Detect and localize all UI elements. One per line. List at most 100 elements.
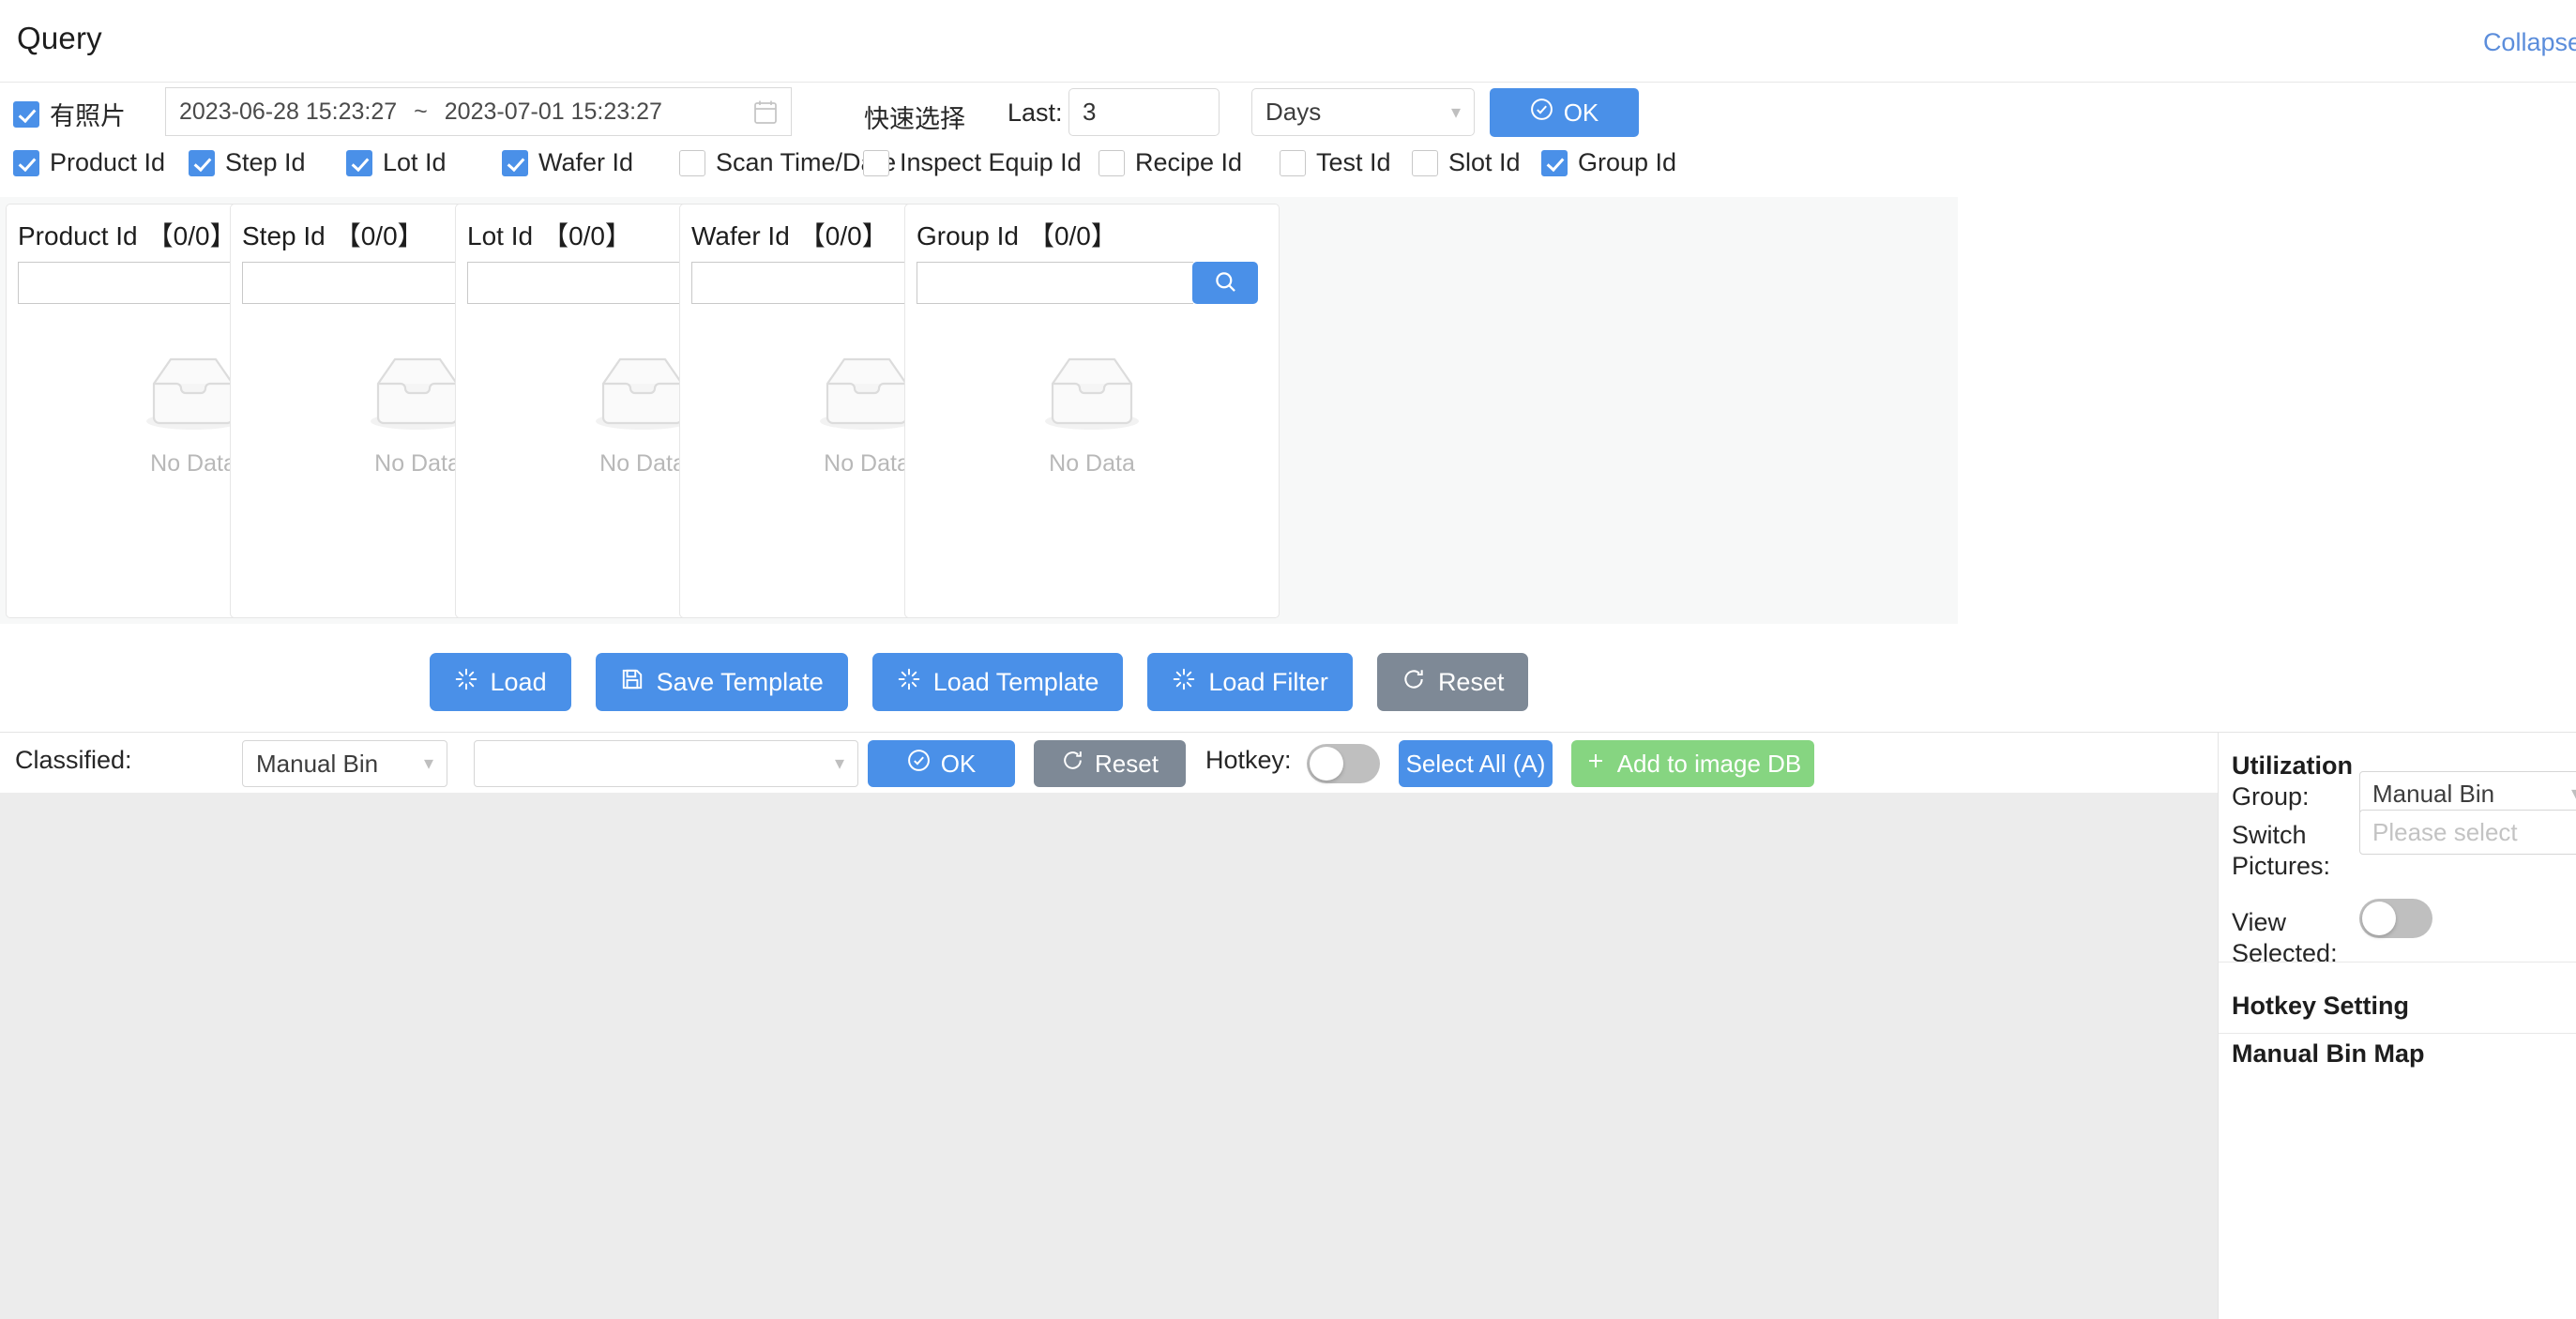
action-button-label: Load: [490, 667, 547, 696]
view-selected-toggle[interactable]: [2359, 899, 2432, 938]
add-to-image-db-label: Add to image DB: [1616, 749, 1802, 778]
checkbox-box[interactable]: [346, 149, 372, 176]
hotkey-setting-title[interactable]: Hotkey Setting: [2232, 992, 2409, 1021]
id-card-title: Lot Id 【0/0】: [467, 216, 631, 253]
collapse-link[interactable]: Collapse: [2483, 28, 2576, 57]
filter-checkbox-label: Slot Id: [1448, 148, 1521, 176]
empty-state-text: No Data: [1049, 450, 1135, 477]
load-template-button[interactable]: Load Template: [871, 653, 1124, 711]
switch-pictures-select[interactable]: Please select: [2359, 810, 2576, 855]
hotkey-label: Hotkey:: [1205, 746, 1292, 774]
classify-reset-label: Reset: [1095, 749, 1159, 778]
date-range-end: 2023-07-01 15:23:27: [444, 98, 662, 125]
filter-checkbox-product-id[interactable]: Product Id: [13, 148, 165, 177]
view-selected-toggle-knob: [2362, 902, 2396, 935]
has-photo-checkbox-box[interactable]: [13, 100, 39, 128]
hotkey-toggle[interactable]: [1307, 744, 1380, 783]
page-title: Query: [17, 21, 102, 55]
date-range-start: 2023-06-28 15:23:27: [179, 98, 398, 125]
filter-checkbox-step-id[interactable]: Step Id: [189, 148, 306, 177]
checkbox-box[interactable]: [1412, 149, 1438, 176]
filter-checkbox-group-id[interactable]: Group Id: [1541, 148, 1676, 177]
panel-divider: [2219, 1033, 2576, 1034]
classify-ok-label: OK: [940, 749, 977, 778]
spinner-icon: [454, 667, 478, 698]
id-card-count: 【0/0】: [542, 221, 631, 250]
filter-checkbox-row: Product Id Step Id Lot Id Wafer Id Scan Time…: [0, 141, 2576, 188]
image-workspace: [0, 793, 2218, 1319]
classify-value-select[interactable]: ▾: [474, 740, 858, 787]
classified-label: Classified:: [15, 746, 132, 774]
view-selected-label-line2: Selected:: [2232, 939, 2338, 967]
filter-checkbox-lot-id[interactable]: Lot Id: [346, 148, 447, 177]
checkbox-box[interactable]: [1541, 149, 1568, 176]
action-button-label: Load Template: [932, 667, 1099, 696]
utilization-title: Utilization: [2232, 751, 2353, 780]
save-icon: [620, 667, 644, 698]
search-icon: [1213, 269, 1238, 297]
switch-pictures-placeholder: Please select: [2372, 817, 2518, 846]
select-all-button[interactable]: Select All (A): [1399, 740, 1553, 787]
filter-checkbox-label: Recipe Id: [1135, 148, 1243, 176]
load-button[interactable]: Load: [429, 653, 571, 711]
filter-checkbox-label: Inspect Equip Id: [900, 148, 1082, 176]
add-to-image-db-button[interactable]: Add to image DB: [1571, 740, 1814, 787]
id-card-group-id: Group Id 【0/0】 No Data: [904, 204, 1280, 618]
id-card-count: 【0/0】: [146, 221, 236, 250]
titlebar: Query Collapse: [0, 0, 2576, 83]
filter-checkbox-wafer-id[interactable]: Wafer Id: [502, 148, 633, 177]
plus-icon: [1584, 750, 1607, 779]
date-range-picker[interactable]: 2023-06-28 15:23:27 ~ 2023-07-01 15:23:2…: [165, 87, 792, 136]
filter-checkbox-label: Wafer Id: [538, 148, 634, 176]
has-photo-checkbox[interactable]: 有照片: [13, 96, 126, 132]
action-button-bar: Load Save Template Load Template Load Filte…: [0, 649, 1958, 715]
time-unit-select[interactable]: Days ▾: [1251, 88, 1475, 136]
classify-ok-button[interactable]: OK: [868, 740, 1015, 787]
reset-button[interactable]: Reset: [1376, 653, 1529, 711]
checkbox-box[interactable]: [1099, 149, 1125, 176]
query-page: Query Collapse 有照片 2023-06-28 15:23:27 ~…: [0, 0, 2576, 1319]
classify-toolbar: Classified: Manual Bin ▾ ▾ OK Reset Hotk…: [0, 733, 2218, 791]
id-card-search: [917, 262, 1258, 304]
chevron-down-icon: ▾: [834, 753, 844, 774]
id-card-title-text: Product Id: [18, 221, 138, 250]
id-card-title: Product Id 【0/0】: [18, 216, 236, 253]
id-card-title-text: Lot Id: [467, 221, 534, 250]
search-button-group-id[interactable]: [1192, 262, 1258, 304]
classify-reset-button[interactable]: Reset: [1034, 740, 1186, 787]
check-circle-icon: [1530, 98, 1553, 128]
save-template-button[interactable]: Save Template: [595, 653, 848, 711]
last-value-input[interactable]: [1068, 88, 1220, 136]
action-button-label: Load Filter: [1208, 667, 1328, 696]
checkbox-box[interactable]: [502, 149, 528, 176]
query-ok-button[interactable]: OK: [1490, 88, 1639, 137]
filter-checkbox-slot-id[interactable]: Slot Id: [1412, 148, 1521, 177]
filter-checkbox-test-id[interactable]: Test Id: [1280, 148, 1391, 177]
classify-type-value: Manual Bin: [256, 749, 379, 778]
checkbox-box[interactable]: [679, 149, 705, 176]
search-input-group-id[interactable]: [917, 262, 1193, 304]
hotkey-toggle-knob: [1310, 747, 1343, 781]
id-card-title: Group Id 【0/0】: [917, 216, 1117, 253]
classify-type-select[interactable]: Manual Bin ▾: [242, 740, 447, 787]
checkbox-box[interactable]: [863, 149, 889, 176]
id-card-count: 【0/0】: [798, 221, 888, 250]
filter-checkbox-recipe-id[interactable]: Recipe Id: [1099, 148, 1242, 177]
has-photo-label: 有照片: [50, 102, 126, 130]
view-selected-label-line1: View: [2232, 908, 2287, 936]
manual-bin-map-title[interactable]: Manual Bin Map: [2232, 1039, 2425, 1069]
chevron-down-icon: ▾: [1450, 101, 1461, 123]
switch-pictures-label-line1: Switch: [2232, 821, 2307, 849]
checkbox-box[interactable]: [13, 149, 39, 176]
group-select-value: Manual Bin: [2372, 779, 2495, 808]
id-card-title: Wafer Id 【0/0】: [691, 216, 888, 253]
filter-checkbox-inspect-equip-id[interactable]: Inspect Equip Id: [863, 148, 1082, 177]
checkbox-box[interactable]: [189, 149, 215, 176]
id-card-count: 【0/0】: [334, 221, 424, 250]
checkbox-box[interactable]: [1280, 149, 1306, 176]
filter-checkbox-label: Step Id: [225, 148, 306, 176]
load-filter-button[interactable]: Load Filter: [1147, 653, 1353, 711]
refresh-icon: [1402, 667, 1426, 698]
query-ok-label: OK: [1563, 98, 1599, 127]
spinner-icon: [1172, 667, 1196, 698]
